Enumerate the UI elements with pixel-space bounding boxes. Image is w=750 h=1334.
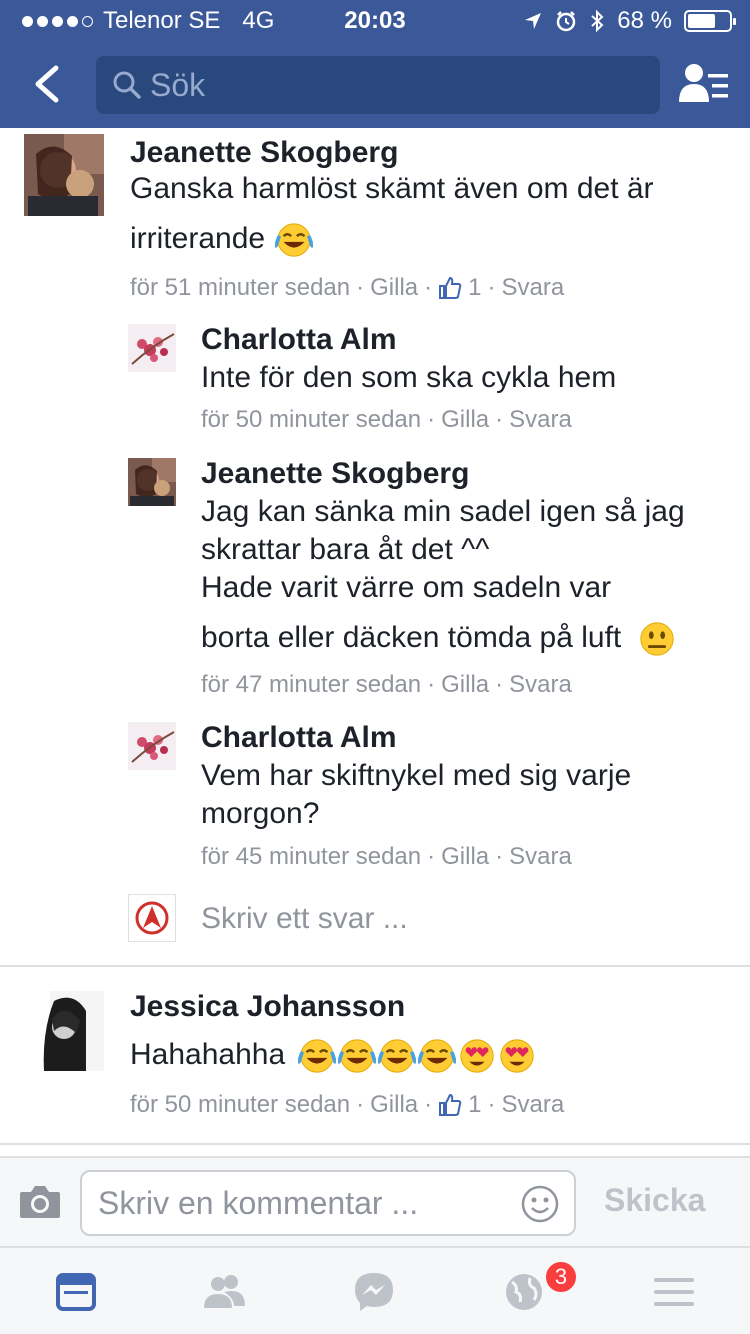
search-placeholder: Sök bbox=[150, 66, 206, 103]
reply-text: Vem har skiftnykel med sig varje morgon? bbox=[201, 759, 632, 830]
bluetooth-icon bbox=[591, 9, 604, 33]
status-bar: Telenor SE 4G 20:03 68 % bbox=[0, 0, 750, 40]
thumbs-up-icon bbox=[439, 1093, 462, 1116]
reply-button[interactable]: Svara bbox=[502, 1091, 565, 1119]
news-feed-icon[interactable] bbox=[54, 1270, 98, 1314]
reply-text: Inte för den som ska cykla hem bbox=[201, 361, 617, 394]
comment-input[interactable]: Skriv en kommentar ... bbox=[80, 1170, 576, 1236]
reply-timestamp: för 45 minuter sedan bbox=[201, 843, 422, 870]
emoji-picker-icon[interactable] bbox=[520, 1184, 560, 1224]
reply-timestamp: för 47 minuter sedan bbox=[201, 671, 422, 698]
tab-bar: 3 bbox=[0, 1246, 750, 1334]
messenger-icon[interactable] bbox=[352, 1270, 396, 1314]
comment-input-placeholder: Skriv en kommentar ... bbox=[98, 1184, 419, 1221]
comment-author[interactable]: Jessica Johansson bbox=[130, 990, 405, 1024]
avatar[interactable] bbox=[24, 134, 104, 216]
alarm-icon bbox=[557, 11, 576, 32]
reply-button[interactable]: Svara bbox=[502, 274, 565, 302]
send-button[interactable]: Skicka bbox=[604, 1182, 705, 1219]
comment-timestamp: för 51 minuter sedan bbox=[130, 274, 351, 301]
like-button[interactable]: Gilla bbox=[441, 406, 489, 434]
battery-percent: 68 % bbox=[617, 7, 672, 34]
like-count: 1 bbox=[468, 1091, 482, 1118]
divider bbox=[0, 965, 750, 967]
like-button[interactable]: Gilla bbox=[370, 274, 418, 302]
heart-eyes-icon bbox=[499, 1039, 534, 1073]
battery-icon bbox=[684, 10, 736, 32]
neutral-face-icon bbox=[639, 622, 674, 656]
reply-meta: för 50 minuter sedan · Gilla · Svara bbox=[201, 406, 572, 434]
like-button[interactable]: Gilla bbox=[441, 843, 489, 871]
comment-composer: Skriv en kommentar ... Skicka bbox=[0, 1156, 750, 1246]
reply-meta: för 45 minuter sedan · Gilla · Svara bbox=[201, 843, 572, 871]
comment-meta: för 50 minuter sedan · Gilla · 1 · Svara bbox=[130, 1091, 565, 1119]
my-avatar bbox=[128, 894, 176, 942]
reply-button[interactable]: Svara bbox=[509, 406, 572, 434]
comment-text: Ganska harmlöst skämt även om det är irr… bbox=[130, 170, 654, 259]
comment-meta: för 51 minuter sedan · Gilla · 1 · Svara bbox=[130, 274, 565, 302]
face-with-tears-of-joy-icon bbox=[275, 223, 314, 257]
face-with-tears-of-joy-icon bbox=[297, 1039, 336, 1073]
reply-meta: för 47 minuter sedan · Gilla · Svara bbox=[201, 671, 572, 699]
back-chevron-icon[interactable] bbox=[28, 62, 68, 106]
face-with-tears-of-joy-icon bbox=[417, 1039, 456, 1073]
comment-author[interactable]: Jeanette Skogberg bbox=[130, 136, 398, 170]
search-input[interactable]: Sök bbox=[96, 56, 660, 114]
face-with-tears-of-joy-icon bbox=[377, 1039, 416, 1073]
reply-timestamp: för 50 minuter sedan bbox=[201, 406, 422, 433]
reply-author[interactable]: Jeanette Skogberg bbox=[201, 457, 469, 491]
avatar[interactable] bbox=[128, 324, 176, 372]
avatar[interactable] bbox=[128, 722, 176, 770]
avatar[interactable] bbox=[24, 991, 104, 1071]
notifications-icon[interactable] bbox=[502, 1270, 546, 1314]
like-count: 1 bbox=[468, 274, 482, 301]
notification-badge: 3 bbox=[544, 1260, 578, 1294]
location-arrow-icon bbox=[525, 13, 542, 29]
like-button[interactable]: Gilla bbox=[370, 1091, 418, 1119]
reply-text: Jag kan sänka min sadel igen så jag skra… bbox=[201, 493, 685, 658]
comment-timestamp: för 50 minuter sedan bbox=[130, 1091, 351, 1118]
menu-icon[interactable] bbox=[652, 1270, 696, 1314]
reply-button[interactable]: Svara bbox=[509, 843, 572, 871]
thumbs-up-icon bbox=[439, 276, 462, 299]
camera-icon[interactable] bbox=[18, 1184, 62, 1220]
friend-requests-icon[interactable] bbox=[678, 62, 730, 106]
reply-button[interactable]: Svara bbox=[509, 671, 572, 699]
comment-text: Hahahahha bbox=[130, 1036, 536, 1075]
emoji-row bbox=[296, 1038, 536, 1073]
like-button[interactable]: Gilla bbox=[441, 671, 489, 699]
reply-input[interactable]: Skriv ett svar ... bbox=[201, 900, 701, 938]
reply-author[interactable]: Charlotta Alm bbox=[201, 721, 397, 755]
reply-author[interactable]: Charlotta Alm bbox=[201, 323, 397, 357]
top-bar: Telenor SE 4G 20:03 68 % Sök bbox=[0, 0, 750, 128]
heart-eyes-icon bbox=[459, 1039, 494, 1073]
face-with-tears-of-joy-icon bbox=[337, 1039, 376, 1073]
divider bbox=[0, 1143, 750, 1145]
avatar[interactable] bbox=[128, 458, 176, 506]
search-icon bbox=[113, 71, 141, 99]
friends-icon[interactable] bbox=[202, 1270, 246, 1314]
